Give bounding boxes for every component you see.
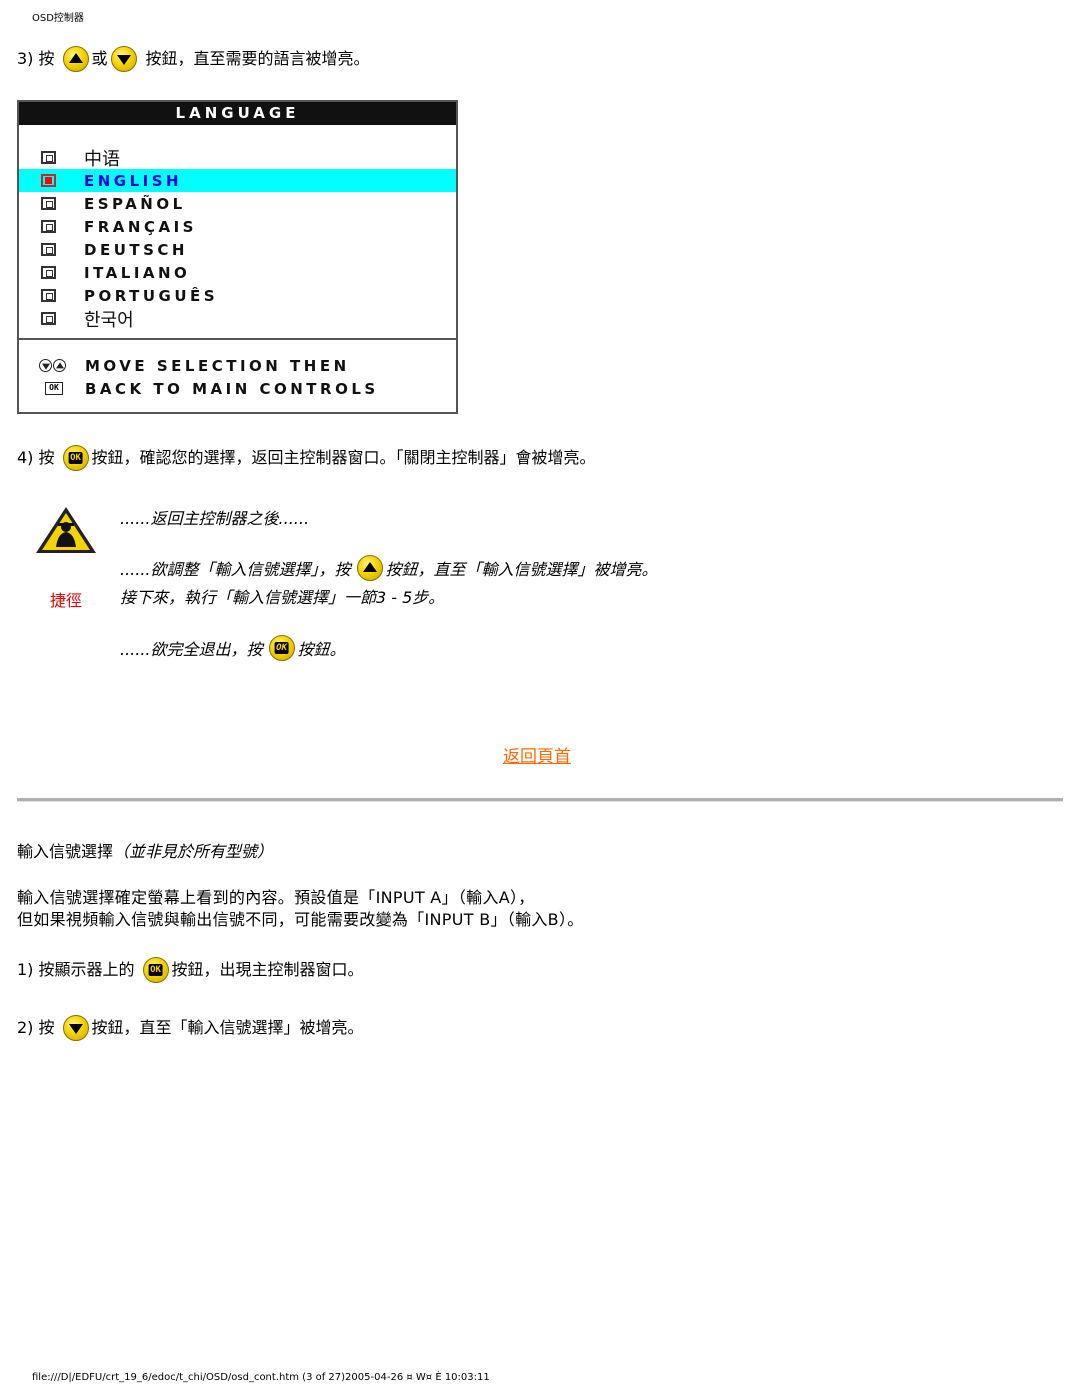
osd-footer: MOVE SELECTION THEN OK BACK TO MAIN CONT… xyxy=(19,354,456,400)
checkbox-icon xyxy=(41,312,56,325)
osd-language-label: ESPAÑOL xyxy=(84,194,186,213)
input-step-1: 1) 按顯示器上的 OK 按鈕，出現主控制器窗口。 xyxy=(17,957,364,983)
section-divider xyxy=(17,798,1063,802)
down-up-arrows-icon xyxy=(39,359,75,372)
page-footer-path: file:///D|/EDFU/crt_19_6/edoc/t_chi/OSD/… xyxy=(32,1372,490,1383)
osd-language-list: 中语 ENGLISH ESPAÑOL FRANÇAIS DEUTSCH ITAL… xyxy=(19,146,456,331)
down-button-icon xyxy=(110,46,137,72)
shortcut-label: 捷徑 xyxy=(50,591,83,610)
checkbox-icon xyxy=(41,197,56,210)
back-to-top-link[interactable]: 返回頁首 xyxy=(503,742,571,767)
input-step-2-prefix: 2) 按 xyxy=(17,1018,55,1037)
tip-line-4-suffix: 按鈕。 xyxy=(297,640,346,659)
step-3-or: 或 xyxy=(91,49,108,68)
osd-language-label: 中语 xyxy=(84,148,120,170)
osd-footer-back-text: BACK TO MAIN CONTROLS xyxy=(85,379,379,398)
down-arrow-icon xyxy=(39,359,52,372)
ok-button-icon: OK xyxy=(268,635,295,661)
down-button-icon xyxy=(62,1015,89,1041)
osd-language-label: DEUTSCH xyxy=(84,240,188,259)
tip-line-2-prefix: ......欲調整「輸入信號選擇」，按 xyxy=(120,560,351,579)
input-section-para-1: 輸入信號選擇確定螢幕上看到的內容。預設值是「INPUT A」（輸入A）， xyxy=(17,888,535,907)
tip-line-3: 接下來，執行「輸入信號選擇」一節3 - 5步。 xyxy=(120,588,445,607)
checkbox-icon xyxy=(41,289,56,302)
page-header-title: OSD控制器 xyxy=(32,13,84,24)
osd-footer-row-move: MOVE SELECTION THEN xyxy=(19,354,456,377)
osd-language-label: 한국어 xyxy=(84,309,134,331)
osd-language-item-francais[interactable]: FRANÇAIS xyxy=(19,215,456,238)
ok-icon: OK xyxy=(45,382,63,395)
step-4: 4) 按 OK 按鈕，確認您的選擇，返回主控制器窗口。「關閉主控制器」會被增亮。 xyxy=(17,445,596,471)
tip-line-2: ......欲調整「輸入信號選擇」，按 按鈕，直至「輸入信號選擇」被增亮。 xyxy=(120,555,658,581)
up-button-icon xyxy=(62,46,89,72)
osd-language-item-deutsch[interactable]: DEUTSCH xyxy=(19,238,456,261)
input-section-title: 輸入信號選擇（並非見於所有型號） xyxy=(17,838,273,862)
osd-language-item-chinese[interactable]: 中语 xyxy=(19,146,456,170)
input-section-para-2: 但如果視頻輸入信號與輸出信號不同，可能需要改變為「INPUT B」（輸入B）。 xyxy=(17,910,584,929)
osd-language-item-portugues[interactable]: PORTUGUÊS xyxy=(19,284,456,307)
osd-footer-row-back: OK BACK TO MAIN CONTROLS xyxy=(19,377,456,400)
step-4-prefix: 4) 按 xyxy=(17,448,55,467)
step-3-prefix: 3) 按 xyxy=(17,49,55,68)
osd-footer-move-text: MOVE SELECTION THEN xyxy=(85,356,350,375)
step-3: 3) 按 或 按鈕，直至需要的語言被增亮。 xyxy=(17,46,370,72)
checkbox-icon xyxy=(41,220,56,233)
tip-line-2-suffix: 按鈕，直至「輸入信號選擇」被增亮。 xyxy=(385,560,658,579)
input-step-1-suffix: 按鈕，出現主控制器窗口。 xyxy=(171,960,364,979)
osd-language-item-espanol[interactable]: ESPAÑOL xyxy=(19,192,456,215)
checkbox-icon xyxy=(41,266,56,279)
input-step-2-suffix: 按鈕，直至「輸入信號選擇」被增亮。 xyxy=(91,1018,364,1037)
ok-icon-wrapper: OK xyxy=(39,382,75,395)
checkbox-icon xyxy=(41,151,56,164)
osd-divider xyxy=(19,338,456,340)
osd-language-panel: LANGUAGE 中语 ENGLISH ESPAÑOL FRANÇAIS DEU… xyxy=(17,100,458,414)
up-arrow-icon xyxy=(53,359,66,372)
input-step-1-prefix: 1) 按顯示器上的 xyxy=(17,960,135,979)
ok-button-icon: OK xyxy=(142,957,169,983)
osd-language-item-english[interactable]: ENGLISH xyxy=(19,169,456,192)
osd-language-item-italiano[interactable]: ITALIANO xyxy=(19,261,456,284)
up-button-icon xyxy=(356,555,383,581)
tip-line-4: ......欲完全退出，按 OK 按鈕。 xyxy=(120,635,346,661)
warning-shortcut-icon xyxy=(36,507,96,553)
step-3-suffix: 按鈕，直至需要的語言被增亮。 xyxy=(145,49,370,68)
osd-panel-title: LANGUAGE xyxy=(19,102,456,125)
input-section-title-note: （並非見於所有型號） xyxy=(113,842,274,861)
osd-language-item-korean[interactable]: 한국어 xyxy=(19,307,456,331)
osd-language-label: PORTUGUÊS xyxy=(84,286,219,305)
ok-button-icon: OK xyxy=(62,445,89,471)
checkbox-selected-icon xyxy=(41,174,56,187)
input-section-title-text: 輸入信號選擇 xyxy=(17,842,114,861)
osd-language-label: ITALIANO xyxy=(84,263,191,282)
tip-line-1: ......返回主控制器之後...... xyxy=(120,509,310,528)
step-4-suffix: 按鈕，確認您的選擇，返回主控制器窗口。「關閉主控制器」會被增亮。 xyxy=(91,448,596,467)
input-step-2: 2) 按 按鈕，直至「輸入信號選擇」被增亮。 xyxy=(17,1015,364,1041)
checkbox-icon xyxy=(41,243,56,256)
osd-language-label: ENGLISH xyxy=(84,171,183,190)
tip-line-4-prefix: ......欲完全退出，按 xyxy=(120,640,263,659)
osd-language-label: FRANÇAIS xyxy=(84,217,197,236)
